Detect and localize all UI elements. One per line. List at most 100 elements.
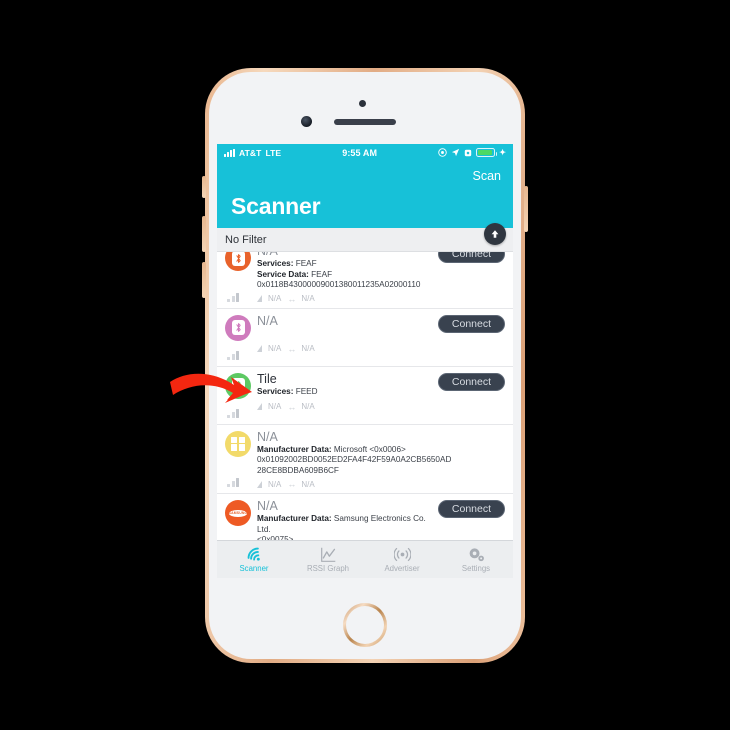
scan-button[interactable]: Scan (473, 169, 502, 183)
detail-value: FEAF (311, 269, 333, 279)
device-avatar (225, 314, 251, 341)
device-name: N/A (257, 252, 430, 259)
rssi-signal-icon (257, 295, 262, 302)
interval-value: N/A (301, 402, 315, 411)
gear-icon (468, 546, 485, 563)
signal-bars-icon (227, 408, 239, 418)
device-signal-row: N/A ↔ N/A (225, 344, 505, 354)
device-avatar: SAMSUNG (225, 500, 251, 526)
signal-bars-icon (227, 292, 239, 302)
interval-icon: ↔ (287, 343, 296, 354)
home-button[interactable] (343, 603, 387, 647)
cellular-bars-icon (224, 148, 235, 157)
device-detail-line: <0x0075> (257, 535, 430, 540)
detail-value: FEED (295, 386, 318, 396)
arrow-up-circle-icon[interactable] (484, 223, 506, 245)
tab-label: RSSI Graph (306, 564, 350, 573)
device-avatar (225, 372, 251, 399)
device-name: N/A (257, 313, 278, 328)
detail-label: Services: (257, 386, 294, 396)
detail-value: 0x0118B43000009001380011235A02000110 (257, 280, 421, 289)
earpiece-speaker (334, 119, 396, 125)
rssi-value: N/A (268, 344, 282, 353)
device-name: Tile (257, 371, 277, 386)
device-detail-line: 0x01092002BD0052ED2FA4F42F59A0A2CB5650AD (257, 455, 503, 466)
tab-settings[interactable]: Settings (439, 541, 513, 578)
volume-down-button[interactable] (202, 262, 206, 298)
device-detail-line: 28CE8BDBA609B6CF (257, 466, 503, 477)
scanner-wave-icon (246, 546, 263, 563)
tab-label: Advertiser (384, 564, 420, 573)
silent-switch[interactable] (202, 176, 206, 198)
line-chart-icon (320, 546, 337, 563)
device-name: N/A (257, 429, 278, 444)
signal-bars-icon (227, 478, 239, 487)
rssi-signal-icon (257, 480, 262, 488)
device-row[interactable]: N/A Manufacturer Data: Microsoft <0x0006>… (217, 425, 513, 494)
device-row[interactable]: N/AServices: FEAFService Data: FEAF0x011… (217, 252, 513, 309)
device-signal-row: N/A ↔ N/A (225, 294, 505, 304)
device-signal-row: N/A ↔ N/A (225, 479, 505, 489)
device-detail-line: Services: FEED (257, 387, 430, 398)
bluetooth-status-icon: ✦ (499, 148, 506, 157)
connect-button[interactable]: Connect (437, 372, 505, 391)
connect-button[interactable]: Connect (437, 252, 505, 263)
front-camera-icon (301, 116, 312, 127)
tab-rssi-graph[interactable]: RSSI Graph (291, 541, 365, 578)
tab-scanner[interactable]: Scanner (217, 541, 291, 578)
device-row[interactable]: Tile Services: FEED Connect N/A ↔ N/A (217, 367, 513, 425)
detail-label: Manufacturer Data: (257, 444, 332, 454)
bluetooth-icon (231, 252, 245, 266)
interval-value: N/A (301, 479, 315, 489)
tab-label: Settings (461, 564, 491, 573)
phone-screen: AT&T LTE 9:55 AM ✦ Scan Scanner No Filte… (217, 144, 513, 578)
windows-logo-icon (231, 436, 245, 451)
rssi-value: N/A (268, 402, 282, 411)
connect-button[interactable]: Connect (437, 500, 505, 518)
proximity-sensor (359, 100, 366, 107)
device-avatar (225, 430, 251, 457)
interval-value: N/A (301, 344, 315, 353)
rssi-signal-icon (257, 403, 262, 410)
detail-value: 0x01092002BD0052ED2FA4F42F59A0A2CB5650AD (257, 455, 452, 464)
device-detail-line: Manufacturer Data: Samsung Electronics C… (257, 514, 430, 535)
device-row[interactable]: SAMSUNG N/A Manufacturer Data: Samsung Ele… (217, 494, 513, 540)
power-button[interactable] (524, 186, 528, 232)
tab-bar[interactable]: Scanner RSSI Graph Advertiser Settings (217, 540, 513, 578)
location-arrow-icon (452, 148, 460, 157)
detail-value: Microsoft <0x0006> (333, 444, 406, 454)
tab-advertiser[interactable]: Advertiser (365, 541, 439, 578)
network-type-label: LTE (265, 147, 282, 158)
carrier-label: AT&T (239, 147, 262, 158)
interval-value: N/A (301, 294, 315, 303)
broadcast-icon (393, 546, 411, 563)
device-detail-line: 0x0118B43000009001380011235A02000110 (257, 280, 430, 291)
clock-label: 9:55 AM (342, 147, 378, 158)
detail-label: Manufacturer Data: (257, 514, 332, 523)
detail-value: <0x0075> (257, 535, 294, 540)
page-title: Scanner (231, 193, 321, 219)
connect-button[interactable]: Connect (437, 314, 505, 333)
filter-bar[interactable]: No Filter (217, 223, 513, 252)
detail-label: Services: (257, 259, 294, 268)
status-bar: AT&T LTE 9:55 AM ✦ (217, 144, 513, 161)
phone-bezel: AT&T LTE 9:55 AM ✦ Scan Scanner No Filte… (209, 72, 521, 659)
detail-value: 28CE8BDBA609B6CF (257, 465, 339, 475)
signal-bars-icon (227, 350, 239, 360)
interval-icon: ↔ (287, 479, 296, 489)
device-list[interactable]: N/AServices: FEAFService Data: FEAF0x011… (217, 252, 513, 540)
rssi-value: N/A (268, 294, 282, 303)
do-not-disturb-icon (438, 148, 447, 157)
device-name: N/A (257, 499, 278, 513)
detail-value: FEAF (295, 259, 317, 268)
detail-label: Service Data: (257, 269, 309, 279)
filter-label: No Filter (225, 233, 267, 246)
bluetooth-icon (231, 378, 245, 393)
navigation-bar: Scan Scanner (217, 161, 513, 228)
device-detail-line: Services: FEAF (257, 259, 430, 270)
interval-icon: ↔ (287, 401, 296, 412)
samsung-logo-icon: SAMSUNG (228, 509, 248, 517)
bluetooth-icon (231, 320, 245, 335)
volume-up-button[interactable] (202, 216, 206, 252)
device-row[interactable]: N/A Connect N/A ↔ N/A (217, 309, 513, 367)
